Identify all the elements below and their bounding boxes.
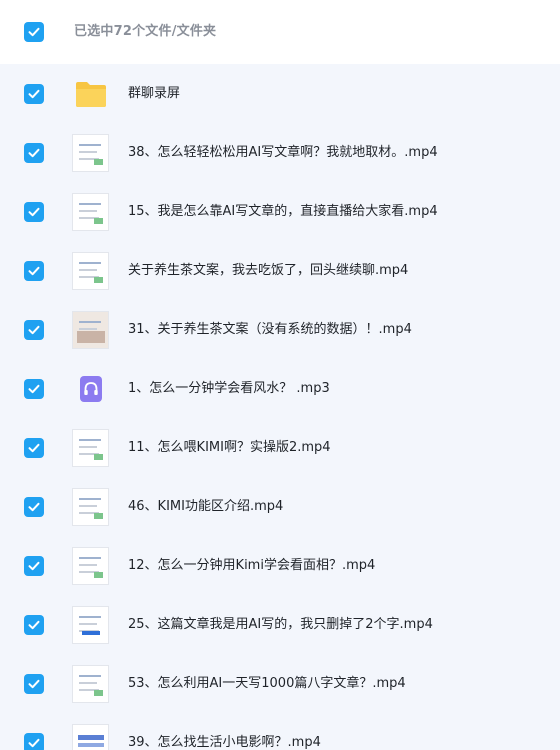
file-name: 25、这篇文章我是用AI写的，我只删掉了2个字.mp4 <box>128 616 433 632</box>
file-row[interactable]: 46、KIMI功能区介绍.mp4 <box>0 477 560 536</box>
file-checkbox[interactable] <box>24 260 44 281</box>
checkmark-icon <box>28 443 40 452</box>
checkmark-icon <box>28 266 40 275</box>
checkmark-icon <box>28 738 40 747</box>
video-thumbnail <box>72 192 109 231</box>
file-checkbox[interactable] <box>24 319 44 340</box>
video-thumbnail <box>72 428 109 467</box>
video-thumbnail <box>72 664 109 703</box>
video-thumbnail <box>72 251 109 290</box>
selection-count-label: 已选中72个文件/文件夹 <box>74 24 217 39</box>
file-row[interactable]: 38、怎么轻轻松松用AI写文章啊？我就地取材。.mp4 <box>0 123 560 182</box>
file-list: 群聊录屏 38、怎么轻轻松松用AI写文章啊？我就地取材。.mp4 15、我是怎么靠A… <box>0 64 560 750</box>
file-checkbox[interactable] <box>24 378 44 399</box>
file-name: 39、怎么找生活小电影啊？.mp4 <box>128 734 321 750</box>
video-thumbnail <box>72 605 109 644</box>
video-thumbnail <box>72 723 109 750</box>
file-row[interactable]: 31、关于养生茶文案（没有系统的数据）！.mp4 <box>0 300 560 359</box>
checkmark-icon <box>28 679 40 688</box>
select-all-checkbox[interactable] <box>24 22 44 42</box>
checkmark-icon <box>28 620 40 629</box>
file-checkbox[interactable] <box>24 83 44 104</box>
file-name: 群聊录屏 <box>128 85 181 101</box>
file-row[interactable]: 39、怎么找生活小电影啊？.mp4 <box>0 713 560 750</box>
file-name: 11、怎么喂KIMI啊？实操版2.mp4 <box>128 439 331 455</box>
file-checkbox[interactable] <box>24 201 44 222</box>
file-name: 关于养生茶文案，我去吃饭了，回头继续聊.mp4 <box>128 262 409 278</box>
file-checkbox[interactable] <box>24 614 44 635</box>
file-name: 53、怎么利用AI一天写1000篇八字文章？.mp4 <box>128 675 406 691</box>
checkmark-icon <box>28 561 40 570</box>
file-checkbox[interactable] <box>24 732 44 750</box>
checkmark-icon <box>28 27 40 37</box>
file-checkbox[interactable] <box>24 142 44 163</box>
file-row[interactable]: 关于养生茶文案，我去吃饭了，回头继续聊.mp4 <box>0 241 560 300</box>
video-thumbnail <box>72 546 109 585</box>
file-row[interactable]: 1、怎么一分钟学会看风水？ .mp3 <box>0 359 560 418</box>
checkmark-icon <box>28 148 40 157</box>
file-checkbox[interactable] <box>24 437 44 458</box>
file-name: 15、我是怎么靠AI写文章的，直接直播给大家看.mp4 <box>128 203 438 219</box>
file-name: 46、KIMI功能区介绍.mp4 <box>128 498 284 514</box>
file-row[interactable]: 25、这篇文章我是用AI写的，我只删掉了2个字.mp4 <box>0 595 560 654</box>
file-name: 31、关于养生茶文案（没有系统的数据）！.mp4 <box>128 321 412 337</box>
checkmark-icon <box>28 502 40 511</box>
folder-icon <box>72 75 109 113</box>
audio-file-icon <box>72 370 109 408</box>
file-row[interactable]: 53、怎么利用AI一天写1000篇八字文章？.mp4 <box>0 654 560 713</box>
checkmark-icon <box>28 325 40 334</box>
file-checkbox[interactable] <box>24 496 44 517</box>
file-name: 38、怎么轻轻松松用AI写文章啊？我就地取材。.mp4 <box>128 144 438 160</box>
checkmark-icon <box>28 207 40 216</box>
file-row[interactable]: 12、怎么一分钟用Kimi学会看面相？.mp4 <box>0 536 560 595</box>
file-checkbox[interactable] <box>24 555 44 576</box>
checkmark-icon <box>28 89 40 98</box>
file-name: 1、怎么一分钟学会看风水？ .mp3 <box>128 380 330 396</box>
file-row[interactable]: 11、怎么喂KIMI啊？实操版2.mp4 <box>0 418 560 477</box>
file-row[interactable]: 15、我是怎么靠AI写文章的，直接直播给大家看.mp4 <box>0 182 560 241</box>
file-name: 12、怎么一分钟用Kimi学会看面相？.mp4 <box>128 557 376 573</box>
video-thumbnail <box>72 487 109 526</box>
video-thumbnail <box>72 133 109 172</box>
video-thumbnail <box>72 310 109 349</box>
selection-header: 已选中72个文件/文件夹 <box>0 0 560 64</box>
checkmark-icon <box>28 384 40 393</box>
file-row[interactable]: 群聊录屏 <box>0 64 560 123</box>
file-checkbox[interactable] <box>24 673 44 694</box>
